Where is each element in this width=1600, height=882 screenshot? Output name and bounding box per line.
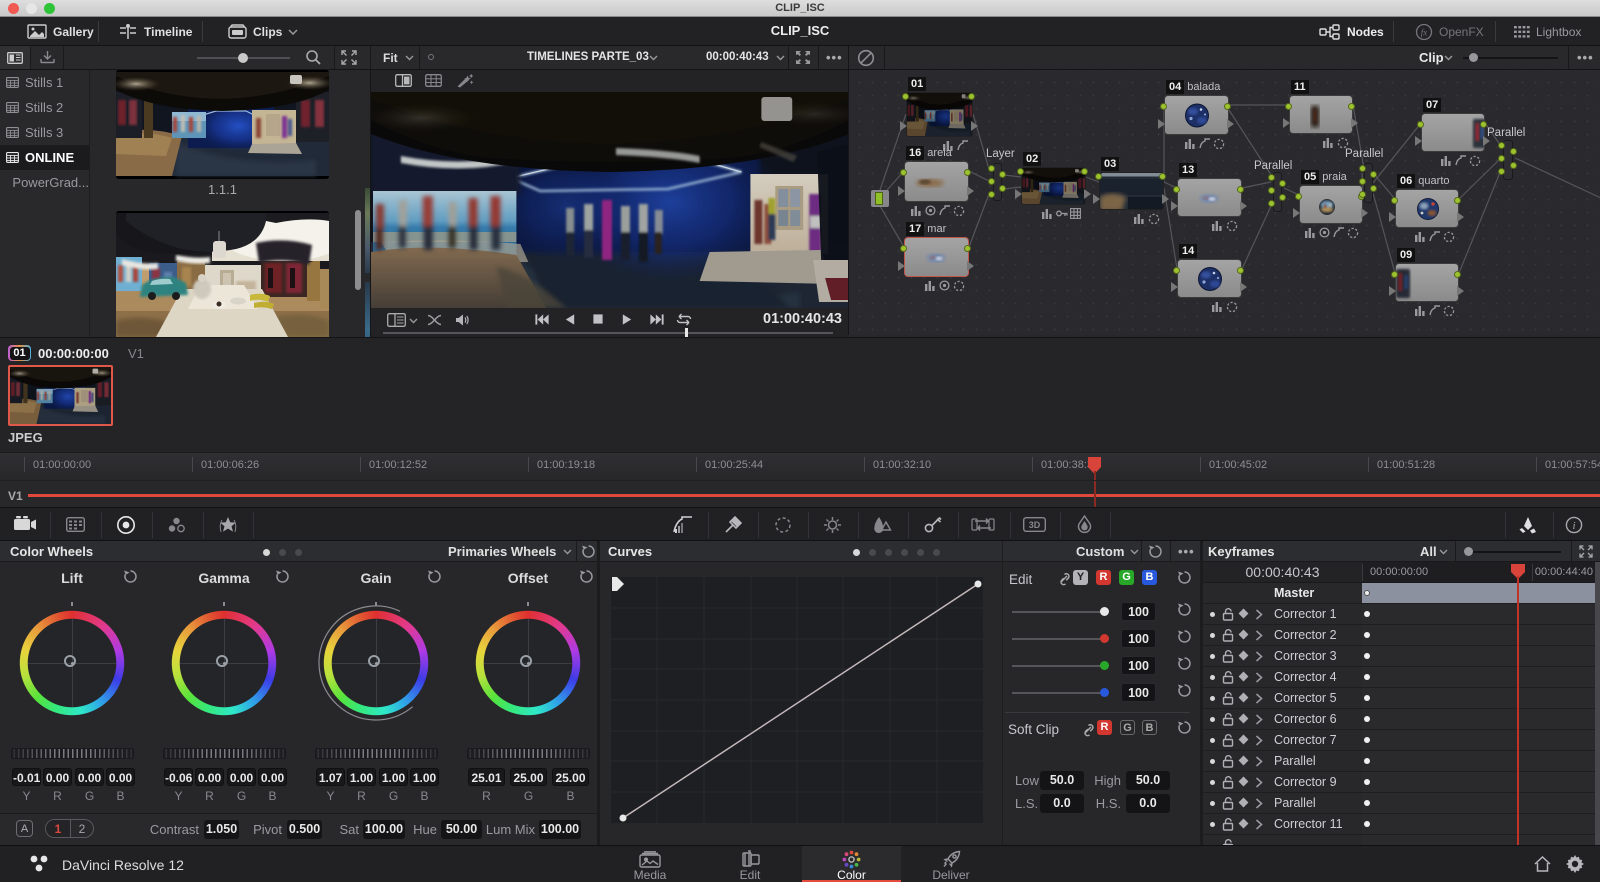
svg-text:i: i [1572,520,1575,532]
svg-text:3D: 3D [1029,520,1041,530]
svg-text:fx: fx [1421,27,1428,37]
